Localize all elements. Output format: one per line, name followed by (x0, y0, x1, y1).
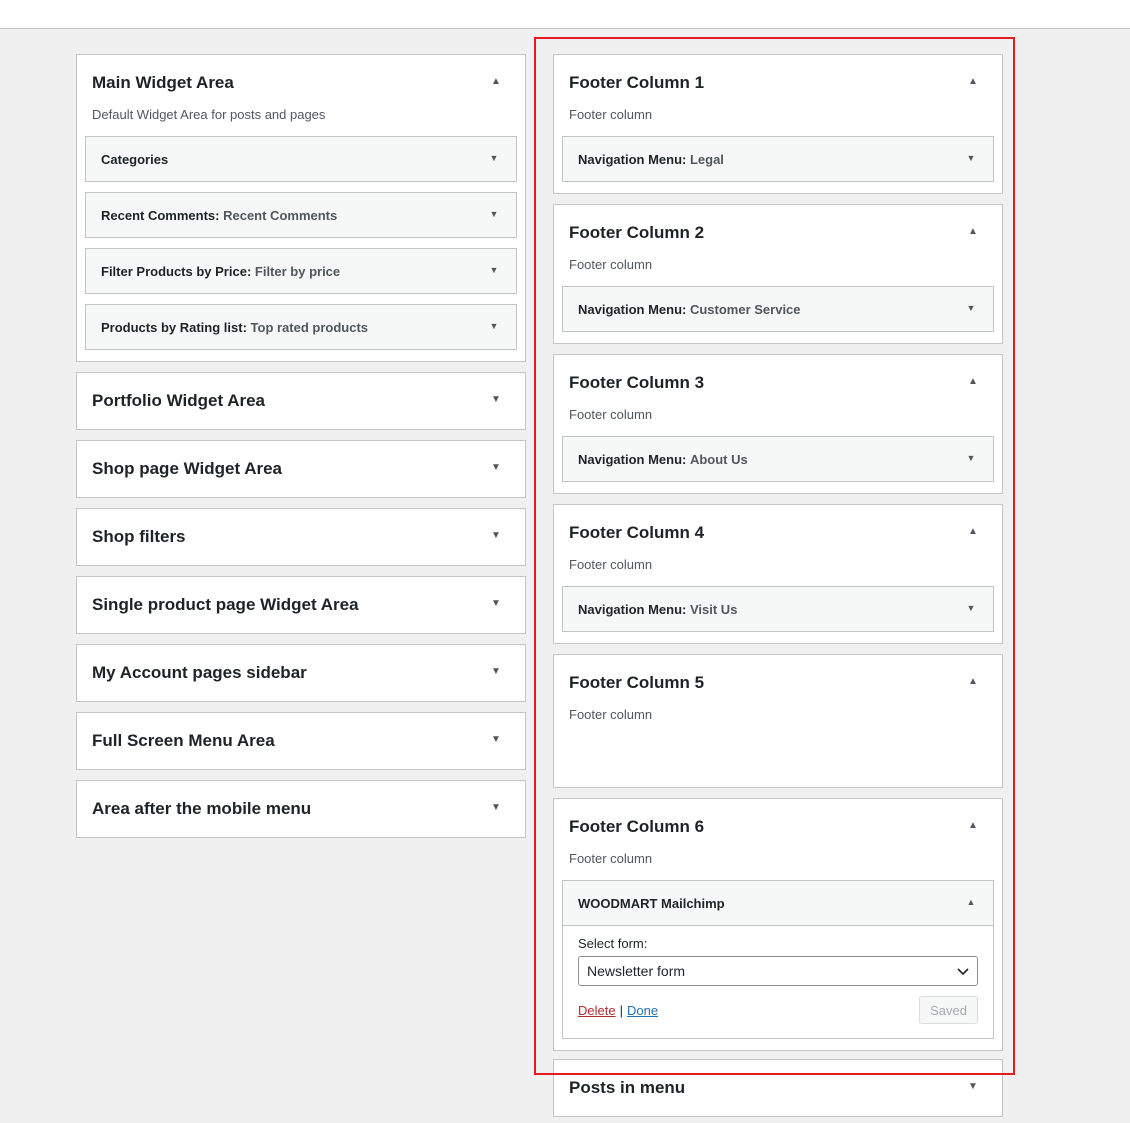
widget-title: Navigation Menu (578, 301, 683, 317)
arrow-up-icon[interactable]: ▲ (966, 375, 980, 389)
arrow-down-icon[interactable]: ▼ (489, 597, 503, 611)
arrow-down-icon[interactable]: ▼ (488, 152, 500, 164)
widget-filter-by-price[interactable]: Filter Products by Price: Filter by pric… (85, 248, 517, 294)
sidebar-description: Footer column (569, 257, 653, 272)
sidebar-shop-page[interactable]: Shop page Widget Area ▼ (76, 440, 526, 498)
sidebar-footer-column-6: Footer Column 6 ▲ Footer column WOODMART… (553, 798, 1003, 1051)
sidebar-title[interactable]: Single product page Widget Area (77, 577, 525, 633)
sidebar-footer-column-5: Footer Column 5 ▲ Footer column (553, 654, 1003, 788)
widget-instance-title: Top rated products (250, 319, 369, 335)
sidebar-footer-column-1: Footer Column 1 ▲ Footer column Navigati… (553, 54, 1003, 194)
arrow-down-icon[interactable]: ▼ (965, 602, 977, 614)
sidebar-single-product[interactable]: Single product page Widget Area ▼ (76, 576, 526, 634)
sidebar-title[interactable]: Footer Column 2 (554, 205, 1002, 261)
sidebar-title[interactable]: Portfolio Widget Area (77, 373, 525, 429)
sidebar-title[interactable]: Full Screen Menu Area (77, 713, 525, 769)
widget-navigation-menu[interactable]: Navigation Menu: Customer Service ▼ (562, 286, 994, 332)
widget-title: Filter Products by Price (101, 263, 247, 279)
widget-instance-title: Filter by price (254, 263, 341, 279)
separator: | (619, 1002, 623, 1018)
widget-products-by-rating[interactable]: Products by Rating list: Top rated produ… (85, 304, 517, 350)
widget-instance-title: Customer Service (689, 301, 801, 317)
widget-instance-title: About Us (689, 451, 748, 467)
left-sidebars-column: Main Widget Area ▲ Default Widget Area f… (76, 54, 526, 848)
widget-recent-comments[interactable]: Recent Comments: Recent Comments ▼ (85, 192, 517, 238)
sidebar-shop-filters[interactable]: Shop filters ▼ (76, 508, 526, 566)
arrow-down-icon[interactable]: ▼ (489, 733, 503, 747)
widget-categories[interactable]: Categories ▼ (85, 136, 517, 182)
arrow-up-icon[interactable]: ▲ (966, 525, 980, 539)
widget-instance-title: Legal (689, 151, 724, 167)
sidebar-title[interactable]: Shop filters (77, 509, 525, 565)
sidebar-footer-column-4: Footer Column 4 ▲ Footer column Navigati… (553, 504, 1003, 644)
arrow-down-icon[interactable]: ▼ (489, 393, 503, 407)
widget-instance-title: Recent Comments (223, 207, 338, 223)
arrow-down-icon[interactable]: ▼ (489, 529, 503, 543)
right-sidebars-column: Footer Column 1 ▲ Footer column Navigati… (553, 54, 1003, 1123)
sidebar-description: Footer column (569, 707, 653, 722)
widget-navigation-menu[interactable]: Navigation Menu: Visit Us ▼ (562, 586, 994, 632)
widget-title: Recent Comments (101, 207, 216, 223)
widget-header[interactable]: WOODMART Mailchimp (563, 881, 993, 925)
arrow-up-icon[interactable]: ▲ (965, 896, 977, 908)
widget-title: Categories (101, 151, 169, 167)
delete-link[interactable]: Delete (578, 1003, 616, 1018)
sidebar-footer-column-2: Footer Column 2 ▲ Footer column Navigati… (553, 204, 1003, 344)
widget-navigation-menu[interactable]: Navigation Menu: Legal ▼ (562, 136, 994, 182)
sidebar-title[interactable]: Shop page Widget Area (77, 441, 525, 497)
sidebar-footer-column-3: Footer Column 3 ▲ Footer column Navigati… (553, 354, 1003, 494)
arrow-down-icon[interactable]: ▼ (489, 665, 503, 679)
arrow-up-icon[interactable]: ▲ (489, 75, 503, 89)
sidebar-title[interactable]: Posts in menu (554, 1060, 1002, 1116)
chevron-down-icon (957, 968, 969, 976)
sidebar-title[interactable]: Footer Column 4 (554, 505, 1002, 561)
arrow-down-icon[interactable]: ▼ (488, 320, 500, 332)
select-value: Newsletter form (587, 963, 686, 979)
form-select[interactable]: Newsletter form (578, 956, 978, 986)
arrow-up-icon[interactable]: ▲ (966, 75, 980, 89)
sidebar-title[interactable]: Area after the mobile menu (77, 781, 525, 837)
sidebar-posts-in-menu[interactable]: Posts in menu ▼ (553, 1059, 1003, 1117)
sidebar-title[interactable]: Main Widget Area (77, 55, 525, 111)
admin-top-bar (0, 0, 1130, 29)
done-link[interactable]: Done (627, 1003, 658, 1018)
select-form-label: Select form: (578, 936, 648, 951)
sidebar-title[interactable]: Footer Column 1 (554, 55, 1002, 111)
saved-button[interactable]: Saved (919, 996, 978, 1024)
sidebar-full-screen-menu[interactable]: Full Screen Menu Area ▼ (76, 712, 526, 770)
sidebar-after-mobile-menu[interactable]: Area after the mobile menu ▼ (76, 780, 526, 838)
sidebar-description: Default Widget Area for posts and pages (92, 107, 326, 122)
sidebar-description: Footer column (569, 107, 653, 122)
arrow-down-icon[interactable]: ▼ (488, 208, 500, 220)
arrow-up-icon[interactable]: ▲ (966, 819, 980, 833)
widget-title: WOODMART Mailchimp (578, 895, 725, 911)
arrow-down-icon[interactable]: ▼ (965, 452, 977, 464)
sidebar-title[interactable]: Footer Column 3 (554, 355, 1002, 411)
widget-title: Navigation Menu (578, 451, 683, 467)
sidebar-main-widget-area: Main Widget Area ▲ Default Widget Area f… (76, 54, 526, 362)
widget-instance-title: Visit Us (689, 601, 738, 617)
arrow-down-icon[interactable]: ▼ (966, 1080, 980, 1094)
arrow-down-icon[interactable]: ▼ (489, 801, 503, 815)
arrow-down-icon[interactable]: ▼ (488, 264, 500, 276)
arrow-down-icon[interactable]: ▼ (965, 152, 977, 164)
sidebar-description: Footer column (569, 557, 653, 572)
widget-navigation-menu[interactable]: Navigation Menu: About Us ▼ (562, 436, 994, 482)
sidebar-my-account[interactable]: My Account pages sidebar ▼ (76, 644, 526, 702)
arrow-up-icon[interactable]: ▲ (966, 675, 980, 689)
sidebar-title[interactable]: Footer Column 5 (554, 655, 1002, 711)
widget-title: Navigation Menu (578, 151, 683, 167)
sidebar-description: Footer column (569, 851, 653, 866)
arrow-down-icon[interactable]: ▼ (965, 302, 977, 314)
sidebar-portfolio[interactable]: Portfolio Widget Area ▼ (76, 372, 526, 430)
arrow-up-icon[interactable]: ▲ (966, 225, 980, 239)
widget-title: Navigation Menu (578, 601, 683, 617)
sidebar-title[interactable]: Footer Column 6 (554, 799, 1002, 855)
sidebar-title[interactable]: My Account pages sidebar (77, 645, 525, 701)
sidebar-description: Footer column (569, 407, 653, 422)
widget-woodmart-mailchimp: WOODMART Mailchimp ▲ Select form: Newsle… (562, 880, 994, 1039)
arrow-down-icon[interactable]: ▼ (489, 461, 503, 475)
widget-title: Products by Rating list (101, 319, 243, 335)
widget-settings: Select form: Newsletter form Delete | Done… (563, 925, 993, 1038)
